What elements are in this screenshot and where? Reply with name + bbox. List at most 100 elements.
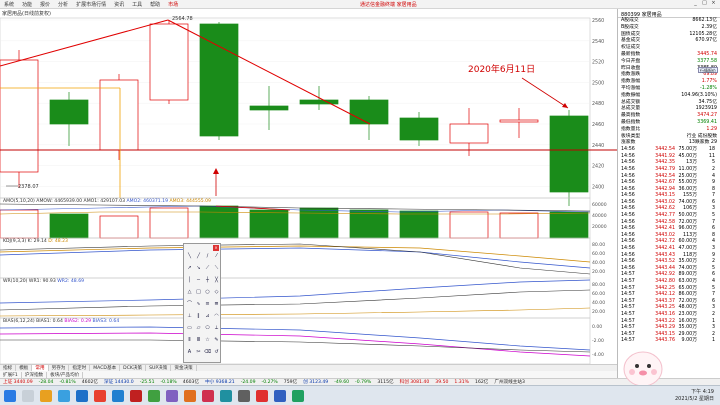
drawing-tool-icon[interactable]: ⊿	[204, 313, 211, 320]
price-tick-label: 2520	[592, 60, 604, 66]
drawing-tool-icon[interactable]: ▱	[195, 325, 202, 332]
candle-body[interactable]	[499, 119, 539, 123]
toolbox-close-icon[interactable]: ×	[213, 245, 219, 251]
volume-tick-label: 40000	[592, 213, 607, 219]
candle-body[interactable]	[199, 23, 239, 137]
drawing-tool-icon[interactable]: ─	[195, 277, 202, 284]
minimize-button[interactable]: _	[691, 0, 700, 8]
trendline-up[interactable]	[0, 19, 169, 67]
candle-body[interactable]	[149, 23, 189, 101]
start-icon[interactable]	[4, 390, 16, 402]
drawing-tool-icon[interactable]: ⌒	[186, 301, 193, 308]
sub-tab[interactable]: 板块/产品均价	[47, 371, 84, 378]
browser-2-icon[interactable]	[76, 390, 88, 402]
quote-stat-value: 3369.41	[697, 119, 717, 125]
sub-axis-labels: 60000 40000 20000 80.00 60.00 40.00 20.00 80.00…	[592, 202, 607, 358]
candle-body[interactable]	[399, 117, 439, 141]
drawing-tool-icon[interactable]: ∕	[204, 253, 211, 260]
status-item: -28.04	[38, 379, 54, 385]
app-red-icon[interactable]	[94, 390, 106, 402]
drawing-tool-icon[interactable]: ┼	[204, 277, 211, 284]
candle-body[interactable]	[49, 99, 89, 125]
tick-cell: 14:56	[621, 213, 635, 219]
tick-row: 14:56 3442.41 47.00万 3	[618, 246, 720, 253]
drawing-tool-icon[interactable]: ✂	[195, 349, 202, 356]
sub-tab[interactable]: 沪深指数	[22, 371, 48, 378]
status-item: -0.79%	[355, 379, 372, 385]
candle-body[interactable]	[549, 115, 589, 193]
drawing-tool-icon[interactable]: ◇	[213, 289, 220, 296]
drawing-tool-icon[interactable]: ╲	[186, 253, 193, 260]
browser-icon[interactable]	[58, 390, 70, 402]
drawing-tool-icon[interactable]: ⊥	[186, 313, 193, 320]
app-red2-icon[interactable]	[256, 390, 268, 402]
app-gray-icon[interactable]	[238, 390, 250, 402]
drawing-tool-icon[interactable]: │	[186, 277, 193, 284]
app-pink-icon[interactable]	[202, 390, 214, 402]
volume-bar	[349, 209, 389, 239]
sub-tab[interactable]: 扩展F1	[0, 371, 22, 378]
drawing-tool-icon[interactable]: ⟋	[204, 265, 211, 272]
candle-body[interactable]	[449, 123, 489, 144]
maximize-button[interactable]: □	[700, 0, 709, 8]
tick-cell: 18	[708, 147, 715, 153]
app-purple-icon[interactable]	[166, 390, 178, 402]
drawing-tool-icon[interactable]: ⁄	[213, 253, 220, 260]
drawing-tool-icon[interactable]: ≣	[213, 301, 220, 308]
stock-app-icon[interactable]	[130, 390, 142, 402]
indicator-tabs: 指标 模板 常用 另存为 指定时 MACD基本 DCK决策 SUP决策 资金决策	[0, 364, 617, 371]
tick-row: 14:56 3442.79 11.00万 2	[618, 167, 720, 174]
close-button[interactable]: ×	[709, 0, 718, 8]
drawing-tool-icon[interactable]: ▭	[186, 325, 193, 332]
app-orange-icon[interactable]	[184, 390, 196, 402]
drawing-tool-icon[interactable]: ↺	[213, 349, 220, 356]
tick-cell: 3442.35	[655, 160, 675, 166]
quote-button[interactable]: 行情报价	[698, 67, 718, 73]
drawing-tool-icon[interactable]: □	[195, 289, 202, 296]
drawing-tool-icon[interactable]: A	[186, 349, 193, 356]
candle-body[interactable]	[249, 105, 289, 111]
candle-body[interactable]	[99, 79, 139, 151]
drawing-tool-icon[interactable]: ╳	[213, 277, 220, 284]
drawing-tool-icon[interactable]: △	[186, 289, 193, 296]
drawing-tool-icon[interactable]: ╱	[195, 253, 202, 260]
app-green-icon[interactable]	[148, 390, 160, 402]
drawing-toolbox[interactable]: × ╲ ╱ ∕ ⁄ ↗ ↘ ⟋ ⟍ │ ─ ┼ ╳ △ □ ○ ◇ ⌒ ∿ ≡ ≣ ⊥ ∥ ⊿ ◠ ▭ ▱ ⬠ ⟂ Ⅱ Ⅲ ☆ ✎ A ✂ ⌫ ↺	[183, 243, 221, 363]
tick-cell: 2	[711, 166, 715, 172]
drawing-tool-icon[interactable]: Ⅲ	[195, 337, 202, 344]
search-icon[interactable]	[22, 390, 34, 402]
drawing-tool-icon[interactable]: ◠	[213, 313, 220, 320]
drawing-tool-icon[interactable]: ⟂	[213, 325, 220, 332]
app-teal-icon[interactable]	[220, 390, 232, 402]
drawing-tool-icon[interactable]: ⌫	[204, 349, 211, 356]
drawing-tool-icon[interactable]: Ⅱ	[186, 337, 193, 344]
annotation-text[interactable]: 2020年6月11日	[468, 63, 535, 75]
candle-body[interactable]	[349, 99, 389, 125]
tick-cell: 14:56	[621, 259, 635, 265]
quote-panel-code: 880399 家居用品	[618, 9, 720, 18]
tick-list[interactable]: 14:56 3442.54 75.00万 18 14:56 3441.92 45.00万 11…	[618, 147, 720, 345]
wr1-line	[0, 279, 591, 304]
drawing-tool-icon[interactable]: ∿	[195, 301, 202, 308]
candle-body[interactable]	[299, 99, 339, 105]
drawing-tool-icon[interactable]: ⟍	[213, 265, 220, 272]
status-item: -0.27%	[261, 379, 278, 385]
kline-chart[interactable]: 2560 2540 2520 2500 2480 2460 2440 2420 2400 202…	[0, 0, 617, 364]
tick-cell: 35.00万	[678, 259, 697, 265]
clock[interactable]: 下午 4:19 2021/5/2 星期日	[675, 389, 714, 403]
wr-tick-label: 20.00	[592, 309, 605, 315]
app-blue-icon[interactable]	[112, 390, 124, 402]
drawing-tool-icon[interactable]: ✎	[213, 337, 220, 344]
folder-icon[interactable]	[40, 390, 52, 402]
drawing-tool-icon[interactable]: ↗	[186, 265, 193, 272]
app-green2-icon[interactable]	[292, 390, 304, 402]
status-bar: 上证 3440.09 -28.04 -0.81% 4602亿 深证 14430.0 -25…	[0, 378, 720, 385]
candle-body[interactable]	[0, 59, 39, 173]
drawing-tool-icon[interactable]: ⬠	[204, 325, 211, 332]
drawing-tool-icon[interactable]: ∥	[195, 313, 202, 320]
drawing-tool-icon[interactable]: ↘	[195, 265, 202, 272]
app-blue2-icon[interactable]	[274, 390, 286, 402]
drawing-tool-icon[interactable]: ☆	[204, 337, 211, 344]
drawing-tool-icon[interactable]: ○	[204, 289, 211, 296]
drawing-tool-icon[interactable]: ≡	[204, 301, 211, 308]
